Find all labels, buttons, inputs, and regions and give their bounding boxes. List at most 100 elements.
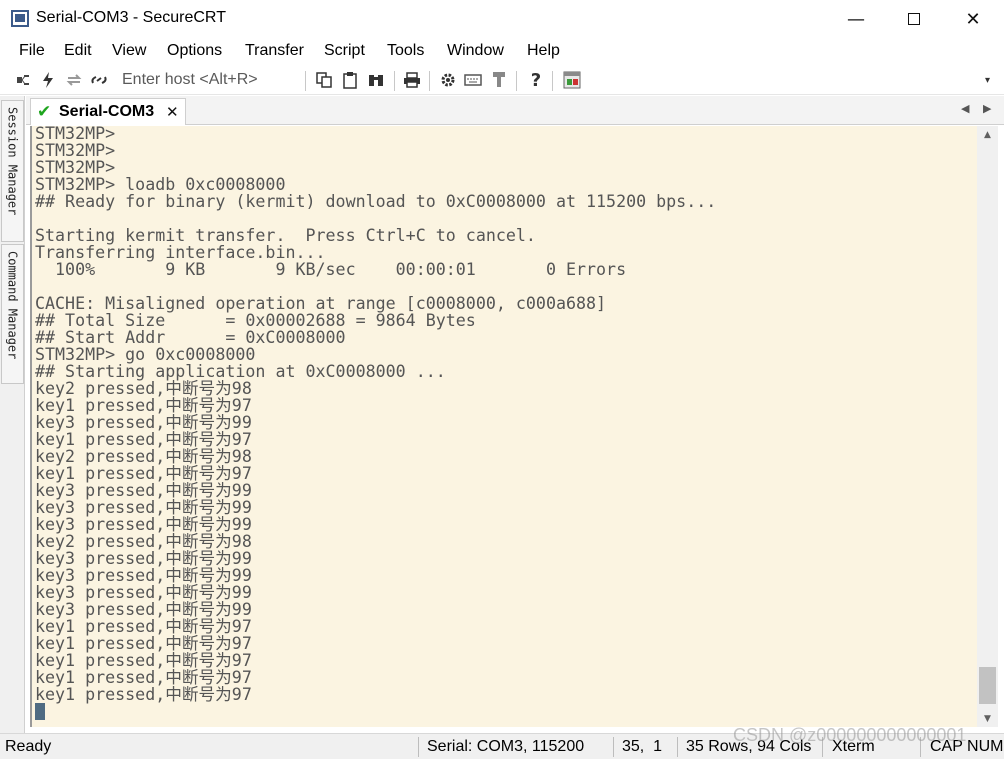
tab-label: Serial-COM3 — [59, 103, 155, 120]
terminal-line: STM32MP> — [35, 141, 116, 160]
find-icon[interactable] — [365, 68, 387, 92]
terminal-line: key3 pressed,中断号为99 — [35, 549, 252, 568]
status-separator — [613, 737, 614, 757]
terminal-line: Transferring interface.bin... — [35, 243, 326, 262]
terminal-line: key1 pressed,中断号为97 — [35, 464, 252, 483]
connect-icon[interactable] — [12, 68, 34, 92]
status-separator — [822, 737, 823, 757]
terminal-line: ## Start Addr = 0xC0008000 — [35, 328, 346, 347]
copy-icon[interactable] — [313, 68, 335, 92]
terminal-line: key1 pressed,中断号为97 — [35, 634, 252, 653]
maximize-icon — [908, 13, 920, 25]
terminal-line: key3 pressed,中断号为99 — [35, 413, 252, 432]
disconnect-icon[interactable] — [88, 68, 110, 92]
sessions-icon[interactable] — [561, 68, 583, 92]
status-bar: Ready Serial: COM3, 115200 35, 1 35 Rows… — [0, 733, 1004, 759]
status-cursor-position: 35, 1 — [622, 738, 663, 755]
status-separator — [677, 737, 678, 757]
connected-check-icon: ✔ — [37, 102, 52, 122]
print-icon[interactable] — [401, 68, 423, 92]
terminal-line: key3 pressed,中断号为99 — [35, 515, 252, 534]
menu-tools[interactable]: Tools — [387, 42, 424, 60]
toolbar: ? ▾ — [0, 65, 1004, 95]
toolbar-separator — [429, 71, 430, 91]
window-title: Serial-COM3 - SecureCRT — [36, 9, 226, 26]
tab-scroll-left-icon[interactable]: ◀ — [961, 102, 969, 115]
close-window-button[interactable]: ✕ — [944, 0, 1002, 38]
quick-connect-icon[interactable] — [37, 68, 59, 92]
terminal-line: ## Starting application at 0xC0008000 ..… — [35, 362, 446, 381]
session-tab-strip: ✔ Serial-COM3 ✕ ◀ ▶ — [26, 96, 1004, 125]
minimize-icon: — — [847, 8, 865, 30]
command-manager-tab[interactable]: Command Manager — [1, 244, 24, 384]
session-options-icon[interactable] — [437, 68, 459, 92]
menu-options[interactable]: Options — [167, 42, 222, 60]
status-terminal-size: 35 Rows, 94 Cols — [686, 738, 812, 755]
scrollbar-thumb[interactable] — [979, 667, 996, 704]
menu-edit[interactable]: Edit — [64, 42, 92, 60]
terminal-line: key2 pressed,中断号为98 — [35, 532, 252, 551]
paste-icon[interactable] — [339, 68, 361, 92]
terminal-line: key1 pressed,中断号为97 — [35, 651, 252, 670]
terminal-line: key3 pressed,中断号为99 — [35, 566, 252, 585]
terminal-line: CACHE: Misaligned operation at range [c0… — [35, 294, 607, 313]
terminal-line: key3 pressed,中断号为99 — [35, 583, 252, 602]
terminal-view[interactable]: STM32MP> STM32MP> STM32MP> STM32MP> loadb 0… — [30, 126, 977, 727]
tab-serial-com3[interactable]: ✔ Serial-COM3 ✕ — [30, 98, 186, 125]
status-separator — [920, 737, 921, 757]
menu-script[interactable]: Script — [324, 42, 365, 60]
sftp-icon[interactable] — [488, 68, 510, 92]
close-icon: ✕ — [965, 8, 981, 30]
terminal-line: STM32MP> — [35, 126, 116, 143]
terminal-line: 100% 9 KB 9 KB/sec 00:00:01 0 Errors — [35, 260, 627, 279]
minimize-button[interactable]: — — [827, 0, 885, 38]
terminal-line: key2 pressed,中断号为98 — [35, 379, 252, 398]
terminal-line: key3 pressed,中断号为99 — [35, 481, 252, 500]
status-connection: Serial: COM3, 115200 — [427, 738, 585, 755]
maximize-button[interactable] — [885, 0, 943, 38]
terminal-line: key3 pressed,中断号为99 — [35, 600, 252, 619]
terminal-line: ## Ready for binary (kermit) download to… — [35, 192, 717, 211]
side-panel: Session Manager Command Manager — [0, 96, 25, 733]
status-ready: Ready — [5, 738, 52, 755]
menu-help[interactable]: Help — [527, 42, 560, 60]
help-icon[interactable]: ? — [525, 68, 547, 92]
menu-bar: File Edit View Options Transfer Script T… — [0, 38, 1004, 65]
scroll-down-icon[interactable]: ▼ — [977, 710, 998, 727]
menu-window[interactable]: Window — [447, 42, 504, 60]
terminal-line: ## Total Size = 0x00002688 = 9864 Bytes — [35, 311, 476, 330]
command-manager-label: Command Manager — [5, 251, 20, 360]
terminal-line: key2 pressed,中断号为98 — [35, 447, 252, 466]
terminal-line: STM32MP> go 0xc0008000 — [35, 345, 256, 364]
securecrt-app-icon — [11, 10, 29, 27]
toolbar-separator — [305, 71, 306, 91]
status-separator — [418, 737, 419, 757]
terminal-output: STM32MP> STM32MP> STM32MP> STM32MP> loadb 0… — [35, 126, 716, 703]
tab-close-icon[interactable]: ✕ — [166, 103, 179, 121]
terminal-line: key1 pressed,中断号为97 — [35, 396, 252, 415]
terminal-line: key3 pressed,中断号为99 — [35, 498, 252, 517]
session-manager-tab[interactable]: Session Manager — [1, 100, 24, 242]
menu-transfer[interactable]: Transfer — [245, 42, 304, 60]
toolbar-overflow-icon[interactable]: ▾ — [985, 75, 990, 86]
tab-scroll-right-icon[interactable]: ▶ — [983, 102, 991, 115]
terminal-line: STM32MP> — [35, 158, 116, 177]
toolbar-separator — [552, 71, 553, 91]
keymap-icon[interactable] — [462, 68, 484, 92]
menu-view[interactable]: View — [112, 42, 146, 60]
terminal-line: key1 pressed,中断号为97 — [35, 668, 252, 687]
terminal-line: STM32MP> loadb 0xc0008000 — [35, 175, 286, 194]
toolbar-separator — [516, 71, 517, 91]
host-input[interactable] — [117, 69, 302, 91]
vertical-scrollbar[interactable]: ▲ ▼ — [977, 126, 998, 727]
toolbar-separator — [394, 71, 395, 91]
status-caps-num: CAP NUM — [930, 738, 1004, 755]
terminal-line: key1 pressed,中断号为97 — [35, 617, 252, 636]
terminal-line: Starting kermit transfer. Press Ctrl+C t… — [35, 226, 536, 245]
terminal-cursor — [35, 703, 45, 720]
menu-file[interactable]: File — [19, 42, 45, 60]
scroll-up-icon[interactable]: ▲ — [977, 126, 998, 143]
reconnect-icon[interactable] — [63, 68, 85, 92]
